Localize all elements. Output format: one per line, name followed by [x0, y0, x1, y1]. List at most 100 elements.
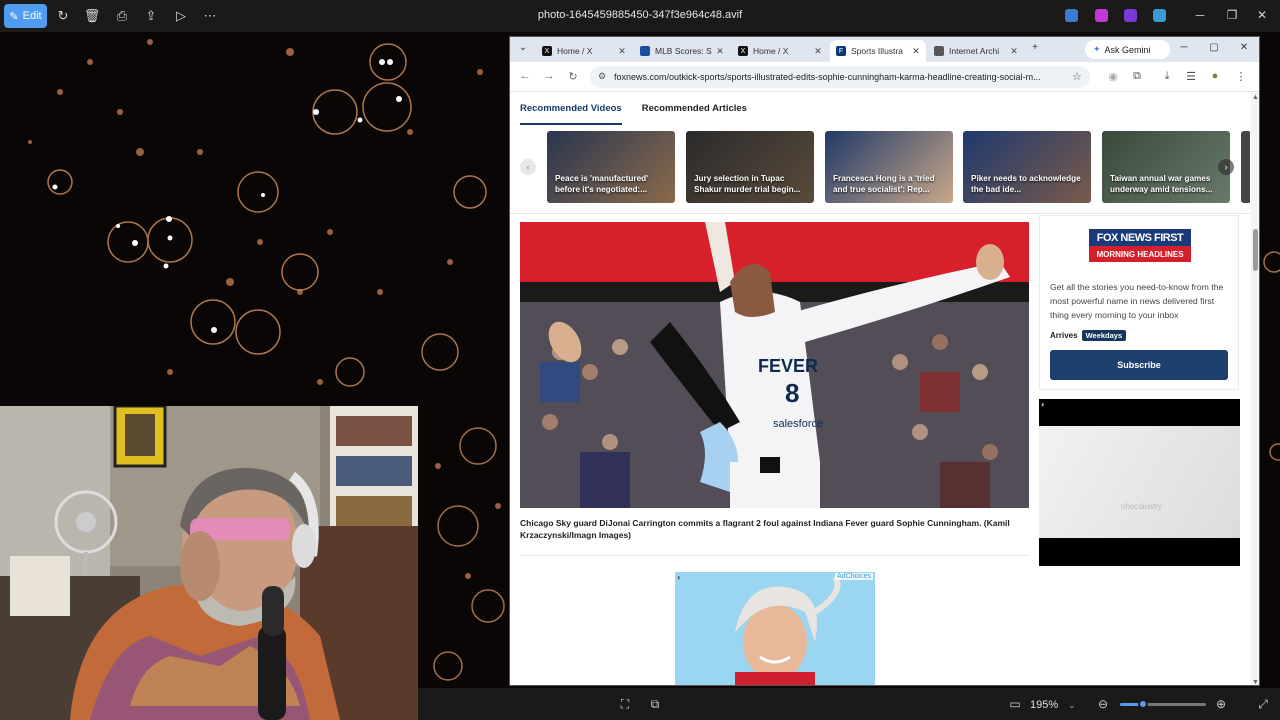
- tab-home-x-2[interactable]: X Home / X ✕: [732, 40, 828, 62]
- tab-home-x-1[interactable]: X Home / X ✕: [536, 40, 632, 62]
- video-card[interactable]: Francesca Hong is a 'tried and true soci…: [825, 131, 953, 203]
- video-ad-frame: ohocolustry: [1039, 426, 1240, 538]
- tab-label: Sports Illustra: [851, 46, 903, 56]
- bokeh-background-lower: [418, 406, 510, 688]
- tab-close-icon[interactable]: ✕: [714, 46, 726, 57]
- edit-label: Edit: [22, 10, 42, 22]
- share-icon[interactable]: ⇪: [143, 8, 159, 24]
- video-card[interactable]: Taiwan annual war games underway amid te…: [1102, 131, 1230, 203]
- tab-sports-illustrated[interactable]: F Sports Illustra ✕: [830, 40, 926, 62]
- app-tray-icon-2[interactable]: [1095, 9, 1108, 22]
- bookmark-star-icon[interactable]: ☆: [1072, 70, 1082, 83]
- arrives-label: Arrives: [1050, 331, 1078, 340]
- video-title: Piker needs to acknowledge the bad ide..…: [971, 174, 1081, 194]
- video-card-partial[interactable]: [1241, 131, 1250, 203]
- ask-gemini-button[interactable]: ✦ Ask Gemini: [1085, 40, 1170, 59]
- webcam-image: [0, 406, 418, 720]
- tab-internet-archive[interactable]: Internet Archi ✕: [928, 40, 1024, 62]
- tab-close-icon[interactable]: ✕: [910, 46, 922, 57]
- extension-icon-1[interactable]: ◉: [1106, 70, 1120, 83]
- photo-filename: photo-1645459885450-347f3e964c48.avif: [537, 9, 743, 21]
- adchoices-label[interactable]: AdChoices: [835, 573, 873, 580]
- browser-minimize-icon[interactable]: ─: [1177, 42, 1191, 53]
- tab-label: Home / X: [753, 46, 789, 56]
- url-field[interactable]: ⚙ foxnews.com/outkick-sports/sports-illu…: [590, 66, 1090, 88]
- video-title: Peace is 'manufactured' before it's nego…: [555, 174, 649, 194]
- scroll-thumb[interactable]: [1253, 229, 1258, 271]
- delete-icon[interactable]: 🗑: [84, 8, 101, 24]
- newsletter-signup: FOX NEWS FIRST MORNING HEADLINES Get all…: [1039, 215, 1239, 390]
- pencil-icon: ✎: [9, 10, 19, 23]
- page-scrollbar[interactable]: ▲ ▼: [1251, 93, 1259, 685]
- tab-close-icon[interactable]: ✕: [812, 46, 824, 57]
- carousel-next-icon[interactable]: ›: [1218, 159, 1234, 175]
- ad-info-icon[interactable]: ◐: [677, 573, 682, 582]
- site-info-icon[interactable]: ⚙: [598, 71, 606, 82]
- download-icon[interactable]: ⤓: [1160, 70, 1174, 83]
- aspect-ratio-icon[interactable]: ▭: [1008, 697, 1022, 711]
- browser-maximize-icon[interactable]: ▢: [1207, 42, 1221, 53]
- zoom-level-value: 195%: [1030, 699, 1059, 711]
- carousel-prev-icon[interactable]: ‹: [520, 159, 536, 175]
- address-bar: ← → ↻ ⚙ foxnews.com/outkick-sports/sport…: [510, 62, 1259, 92]
- tab-label: Internet Archi: [949, 46, 1000, 56]
- video-card[interactable]: Piker needs to acknowledge the bad ide..…: [963, 131, 1091, 203]
- scroll-up-icon[interactable]: ▲: [1252, 94, 1259, 101]
- screen: ✎ Edit ↻ 🗑 ⎙ ⇪ ▷ ⋯ photo-1645459885450-3…: [0, 0, 1280, 720]
- video-title: Taiwan annual war games underway amid te…: [1110, 174, 1213, 194]
- edit-button[interactable]: ✎ Edit: [4, 4, 47, 28]
- x-logo-icon: X: [738, 46, 748, 56]
- ad-info-icon[interactable]: ◐: [1041, 400, 1046, 409]
- photo-viewer-toolbar: ✎ Edit ↻ 🗑 ⎙ ⇪ ▷ ⋯ photo-1645459885450-3…: [0, 0, 1280, 32]
- extensions-puzzle-icon[interactable]: ⧉: [1130, 70, 1144, 83]
- video-carousel: ‹ Peace is 'manufactured' before it's ne…: [520, 131, 1250, 205]
- zoom-out-icon[interactable]: ⊖: [1096, 697, 1110, 711]
- app-tray-icon-1[interactable]: [1065, 9, 1078, 22]
- fullscreen-icon[interactable]: ⤢: [1256, 697, 1270, 712]
- details-icon[interactable]: ⧉: [648, 697, 662, 712]
- browser-menu-icon[interactable]: ⋮: [1234, 70, 1248, 83]
- video-ad[interactable]: ◐ ohocolustry: [1039, 399, 1240, 566]
- reading-list-icon[interactable]: ☰: [1184, 70, 1198, 83]
- profile-avatar-icon[interactable]: ●: [1208, 70, 1222, 82]
- video-card[interactable]: Jury selection in Tupac Shakur murder tr…: [686, 131, 814, 203]
- fox-news-logo-icon: F: [836, 46, 846, 56]
- image-caption: Chicago Sky guard DiJonai Carrington com…: [520, 518, 1010, 540]
- slideshow-icon[interactable]: ▷: [173, 8, 189, 24]
- video-title: Jury selection in Tupac Shakur murder tr…: [694, 174, 801, 194]
- print-icon[interactable]: ⎙: [114, 8, 130, 24]
- zoom-in-icon[interactable]: ⊕: [1214, 697, 1228, 711]
- minimize-icon[interactable]: ─: [1192, 8, 1208, 22]
- tab-recommended-articles[interactable]: Recommended Articles: [642, 103, 747, 125]
- fit-screen-icon[interactable]: ⛶: [618, 697, 632, 712]
- close-icon[interactable]: ✕: [1254, 8, 1270, 22]
- app-tray-icon-3[interactable]: [1124, 9, 1137, 22]
- tab-mlb-scores[interactable]: MLB Scores: S ✕: [634, 40, 730, 62]
- scroll-down-icon[interactable]: ▼: [1252, 679, 1259, 685]
- tab-close-icon[interactable]: ✕: [1008, 46, 1020, 57]
- tab-label: MLB Scores: S: [655, 46, 712, 56]
- reload-icon[interactable]: ↻: [566, 70, 580, 83]
- video-card[interactable]: Peace is 'manufactured' before it's nego…: [547, 131, 675, 203]
- browser-window: ⌄ X Home / X ✕ MLB Scores: S ✕ X Home / …: [509, 36, 1260, 686]
- zoom-level-dropdown[interactable]: 195% ⌄: [1030, 696, 1086, 714]
- bokeh-background: [0, 32, 510, 406]
- subscribe-button[interactable]: Subscribe: [1050, 350, 1228, 380]
- rotate-icon[interactable]: ↻: [55, 8, 71, 24]
- browser-close-icon[interactable]: ✕: [1237, 42, 1251, 53]
- zoom-slider[interactable]: [1120, 699, 1206, 709]
- arrives-row: Arrives Weekdays: [1050, 330, 1127, 341]
- video-title: Francesca Hong is a 'tried and true soci…: [833, 174, 935, 194]
- new-tab-button[interactable]: +: [1028, 42, 1042, 53]
- tab-recommended-videos[interactable]: Recommended Videos: [520, 103, 622, 125]
- tab-close-icon[interactable]: ✕: [616, 46, 628, 57]
- forward-icon[interactable]: →: [542, 70, 556, 82]
- display-ad[interactable]: AdChoices ◐: [675, 572, 875, 685]
- app-tray-icon-4[interactable]: [1153, 9, 1166, 22]
- jersey-team-text: FEVER: [758, 356, 818, 376]
- tab-search-icon[interactable]: ⌄: [516, 42, 530, 53]
- more-options-icon[interactable]: ⋯: [202, 8, 218, 24]
- back-icon[interactable]: ←: [518, 70, 532, 82]
- gemini-sparkle-icon: ✦: [1093, 44, 1101, 54]
- maximize-icon[interactable]: ❐: [1224, 8, 1240, 22]
